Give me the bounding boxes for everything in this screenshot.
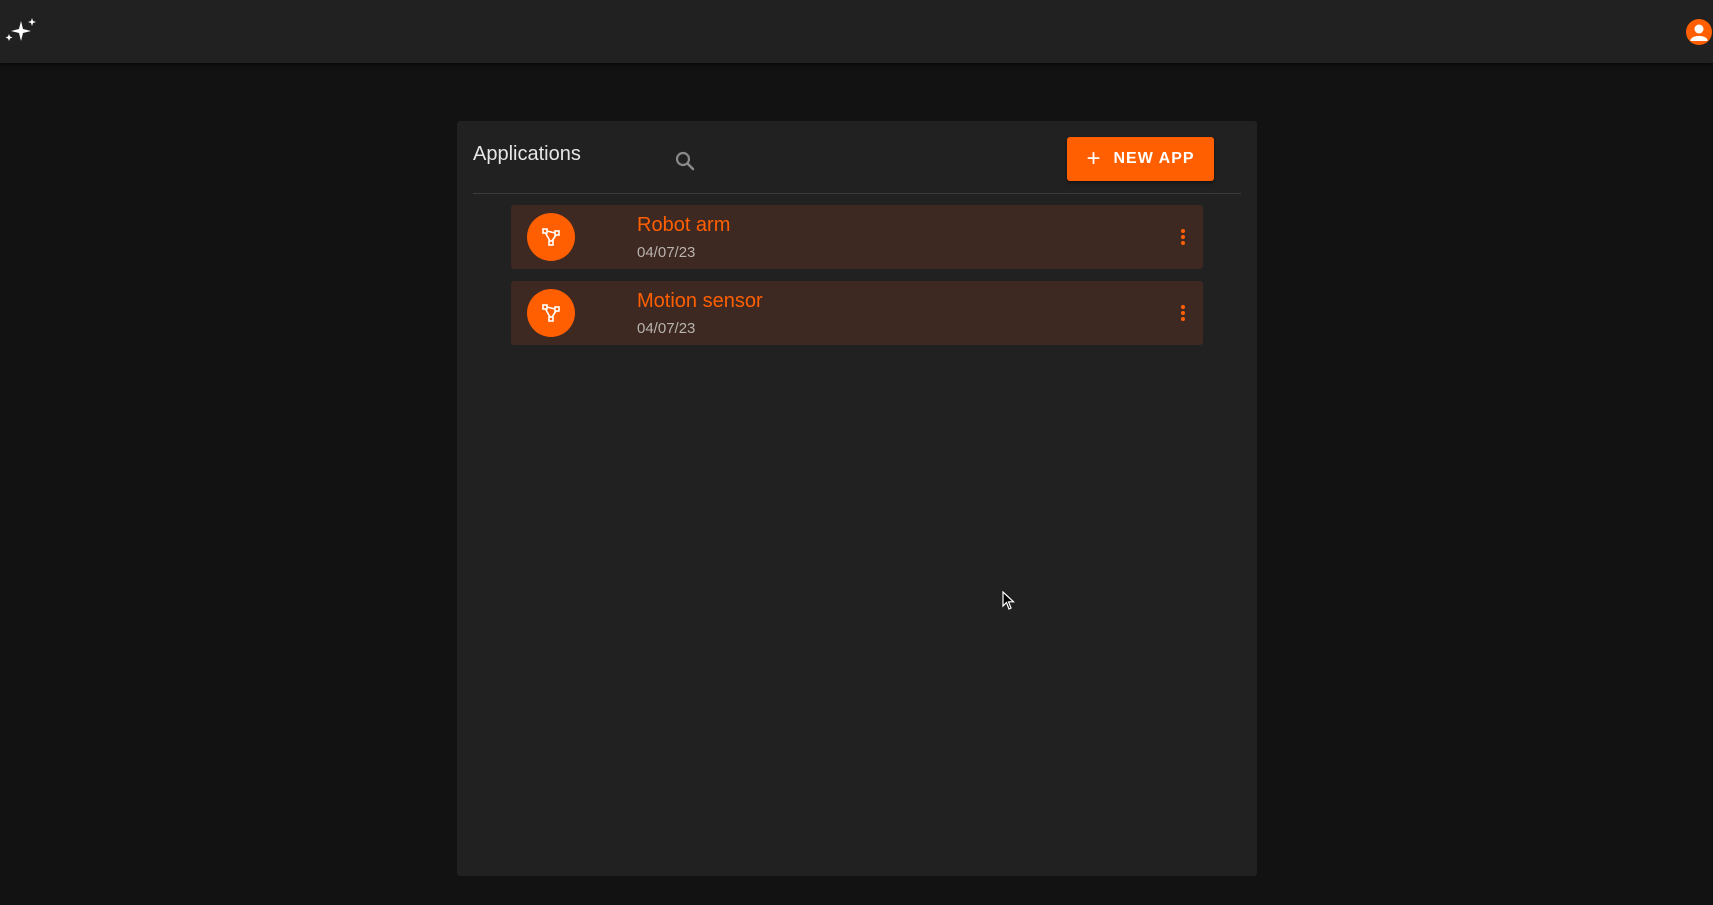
search-icon[interactable] — [670, 146, 700, 176]
applications-panel: Applications + NEW APP Robot arm 04/07/2… — [457, 121, 1257, 876]
app-date: 04/07/23 — [637, 244, 696, 261]
more-vert-icon[interactable] — [1168, 222, 1198, 252]
graph-branch-icon — [527, 289, 575, 337]
mouse-cursor-icon — [1002, 590, 1016, 611]
app-name: Motion sensor — [637, 290, 763, 312]
new-app-button[interactable]: + NEW APP — [1067, 137, 1214, 181]
top-app-bar — [0, 0, 1713, 63]
header-divider — [473, 193, 1241, 194]
app-name: Robot arm — [637, 214, 731, 236]
page-title: Applications — [473, 143, 581, 165]
account-circle-icon[interactable] — [1686, 19, 1712, 45]
app-row-robot-arm[interactable]: Robot arm 04/07/23 — [511, 205, 1203, 269]
applications-list: Robot arm 04/07/23 Motion sensor 04/07/2… — [511, 205, 1203, 357]
more-vert-icon[interactable] — [1168, 298, 1198, 328]
sparkles-icon[interactable] — [3, 17, 39, 45]
new-app-label: NEW APP — [1113, 150, 1195, 167]
plus-icon: + — [1086, 145, 1102, 172]
app-date: 04/07/23 — [637, 320, 696, 337]
graph-branch-icon — [527, 213, 575, 261]
app-row-motion-sensor[interactable]: Motion sensor 04/07/23 — [511, 281, 1203, 345]
